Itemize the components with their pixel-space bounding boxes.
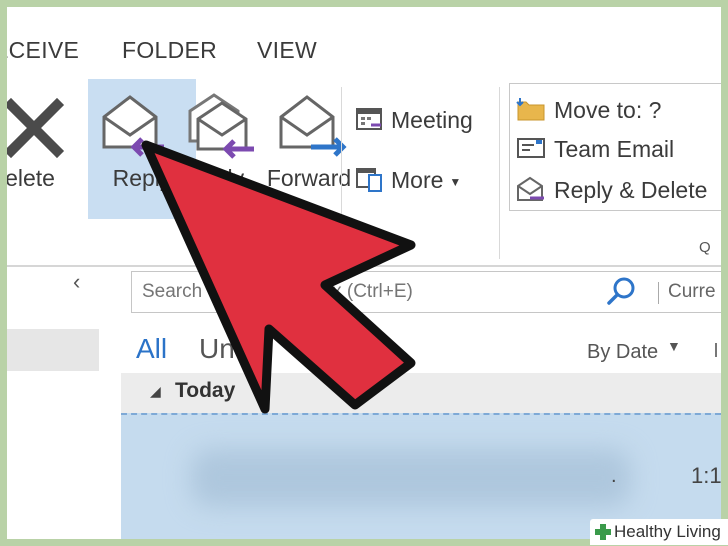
watermark: Healthy Living [590, 519, 728, 545]
pointer-arrow-icon [141, 140, 416, 414]
health-cross-icon [594, 523, 612, 546]
watermark-text: Healthy Living [614, 522, 721, 541]
outlook-window: ECEIVE FOLDER VIEW elete Reply eply [7, 7, 721, 539]
